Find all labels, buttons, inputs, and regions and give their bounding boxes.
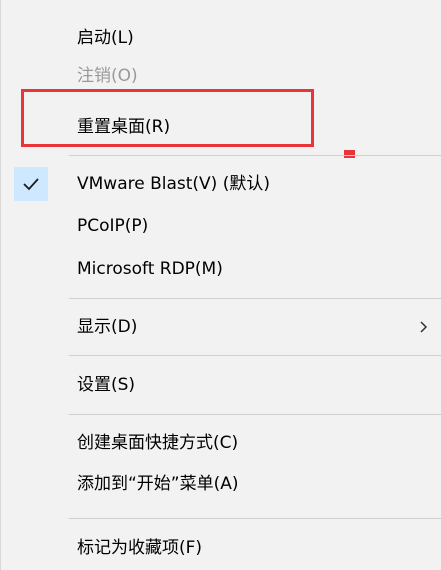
menu-separator [69,414,441,415]
menu-item-label: 添加到“开始”菜单(A) [77,474,239,494]
menu-separator [69,298,441,299]
menu-item-label: Microsoft RDP(M) [77,259,223,279]
annotation-highlight-box [21,89,314,147]
menu-item-label: 创建桌面快捷方式(C) [77,433,239,453]
menu-item-launch[interactable]: 启动(L) [1,20,441,56]
menu-item-label: PCoIP(P) [77,216,149,236]
menu-item-label: 显示(D) [77,317,138,337]
menu-item-pcoip[interactable]: PCoIP(P) [1,208,441,244]
menu-item-label: 标记为收藏项(F) [77,538,203,558]
menu-item-label: VMware Blast(V) (默认) [77,174,270,194]
menu-separator [69,518,441,519]
menu-item-create-shortcut[interactable]: 创建桌面快捷方式(C) [1,425,441,461]
menu-item-label: 设置(S) [77,375,136,395]
menu-item-label: 启动(L) [77,28,134,48]
menu-separator [69,355,441,356]
menu-item-mark-favorite[interactable]: 标记为收藏项(F) [1,530,441,566]
checkmark-icon [14,167,48,201]
annotation-mark [344,150,355,158]
menu-item-vmware-blast[interactable]: VMware Blast(V) (默认) [1,166,441,202]
menu-item-microsoft-rdp[interactable]: Microsoft RDP(M) [1,251,441,287]
menu-item-display[interactable]: 显示(D) [1,309,441,345]
chevron-right-icon [420,309,432,345]
context-menu: 启动(L) 注销(O) 重置桌面(R) VMware Blast(V) (默认)… [0,0,441,570]
menu-item-settings[interactable]: 设置(S) [1,367,441,403]
menu-separator [69,155,441,156]
menu-item-add-to-start[interactable]: 添加到“开始”菜单(A) [1,466,441,502]
